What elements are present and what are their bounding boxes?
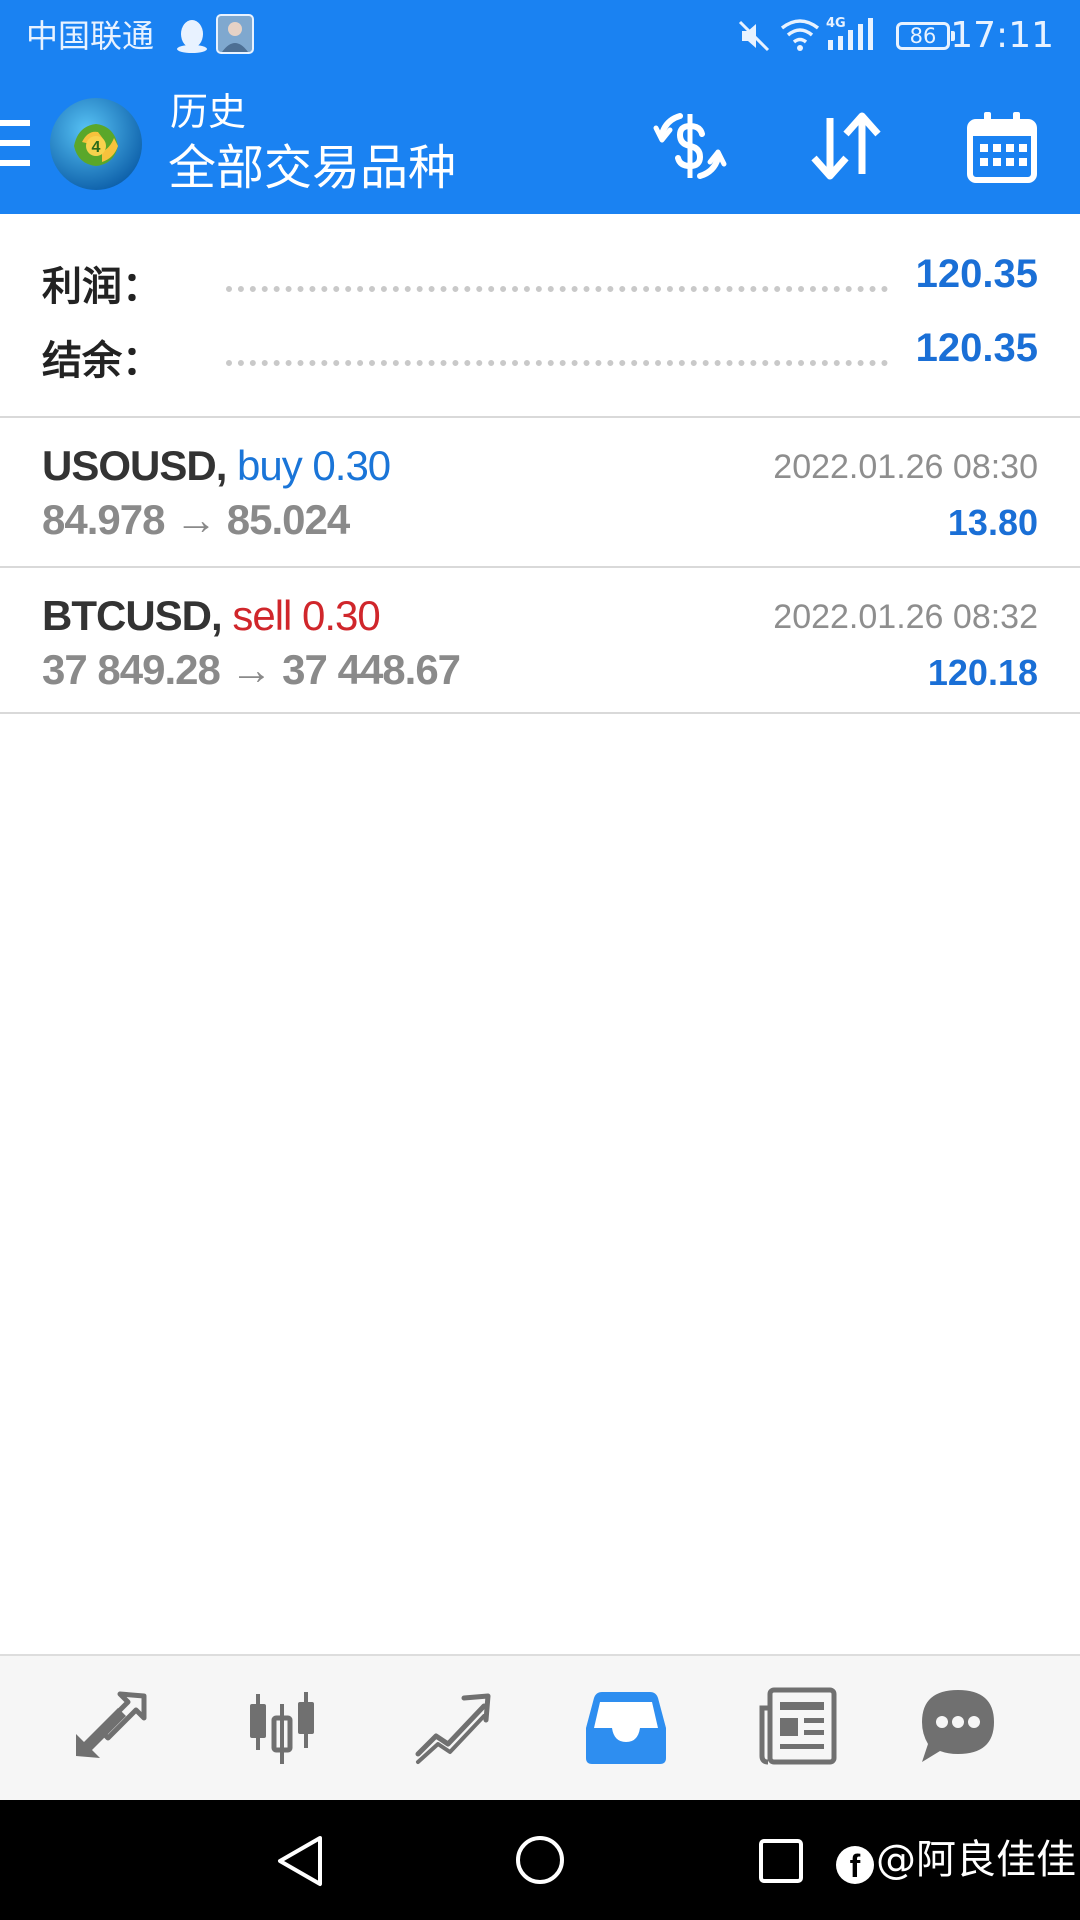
deal-time: 2022.01.26 08:32 <box>773 598 1038 636</box>
wifi-icon <box>780 18 820 57</box>
deal-profit: 120.18 <box>927 652 1038 693</box>
screen-subtitle: 历史 <box>170 90 247 134</box>
tab-history[interactable] <box>584 1684 668 1768</box>
quotes-icon <box>76 1691 147 1758</box>
currency-exchange-icon <box>653 113 727 179</box>
deal-row[interactable]: BTCUSD, sell 0.30 37 849.28 → 37 448.67 … <box>0 568 1080 714</box>
sort-arrows-icon <box>811 112 881 180</box>
deal-row[interactable]: USOUSD, buy 0.30 84.978 → 85.024 2022.01… <box>0 418 1080 564</box>
currency-exchange-button[interactable] <box>648 104 732 188</box>
back-icon[interactable] <box>274 1834 326 1893</box>
profit-label: 利润： <box>42 264 162 310</box>
hamburger-menu-icon[interactable] <box>0 120 32 171</box>
watermark-text: @阿良佳佳 <box>876 1837 1076 1883</box>
tab-trade[interactable] <box>412 1684 496 1768</box>
trade-icon <box>415 1693 491 1764</box>
clock: 17:11 <box>950 15 1054 56</box>
balance-label: 结余： <box>42 338 162 384</box>
deal-time: 2022.01.26 08:30 <box>773 448 1038 486</box>
deal-symbol-line: USOUSD, buy 0.30 <box>42 442 391 490</box>
date-range-button[interactable] <box>960 104 1044 188</box>
tab-quotes[interactable] <box>68 1684 152 1768</box>
mute-icon <box>736 18 772 59</box>
dotted-leader <box>226 286 888 292</box>
deal-prices: 37 849.28 → 37 448.67 <box>42 646 461 693</box>
deal-symbol-line: BTCUSD, sell 0.30 <box>42 592 381 640</box>
calendar-icon <box>967 112 1037 183</box>
deal-type: buy 0.30 <box>237 442 391 489</box>
profit-value: 120.35 <box>915 252 1038 296</box>
deal-symbol: BTCUSD, <box>42 592 223 639</box>
signal-4g-icon: 4G <box>826 14 884 59</box>
history-inbox-icon <box>586 1692 666 1764</box>
svg-text:4G: 4G <box>826 16 846 31</box>
home-icon[interactable] <box>514 1834 566 1891</box>
status-bar: 中国联通 4G 86 17:11 <box>0 0 1080 74</box>
deal-type: sell 0.30 <box>232 592 380 639</box>
battery-indicator: 86 <box>896 22 955 50</box>
chat-icon <box>922 1690 994 1762</box>
carrier-name: 中国联通 <box>26 17 155 55</box>
profit-summary-row: 利润： 120.35 <box>42 248 1038 310</box>
watermark: f @阿良佳佳 <box>836 1836 1076 1884</box>
app-bar: 4 历史 全部交易品种 <box>0 74 1080 214</box>
recents-icon[interactable] <box>758 1838 804 1889</box>
deal-profit: 13.80 <box>947 502 1038 543</box>
dotted-leader <box>226 360 888 366</box>
system-nav-bar: f @阿良佳佳 <box>0 1800 1080 1920</box>
sort-button[interactable] <box>804 104 888 188</box>
deal-prices: 84.978 → 85.024 <box>42 496 350 543</box>
qq-penguin-icon <box>176 18 208 59</box>
avatar-thumbnail-icon <box>216 14 254 59</box>
metatrader-logo-icon[interactable]: 4 <box>48 96 144 197</box>
balance-value: 120.35 <box>915 326 1038 370</box>
divider <box>0 712 1080 714</box>
news-icon <box>759 1687 837 1765</box>
svg-text:4: 4 <box>92 139 101 156</box>
balance-summary-row: 结余： 120.35 <box>42 322 1038 384</box>
tab-chat[interactable] <box>916 1684 1000 1768</box>
symbol-filter-title[interactable]: 全部交易品种 <box>168 138 456 198</box>
tab-charts[interactable] <box>240 1684 324 1768</box>
chart-candles-icon <box>250 1692 314 1764</box>
bottom-tab-bar <box>0 1654 1080 1800</box>
tab-news[interactable] <box>756 1684 840 1768</box>
watermark-logo-icon: f <box>836 1846 874 1884</box>
deal-symbol: USOUSD, <box>42 442 227 489</box>
